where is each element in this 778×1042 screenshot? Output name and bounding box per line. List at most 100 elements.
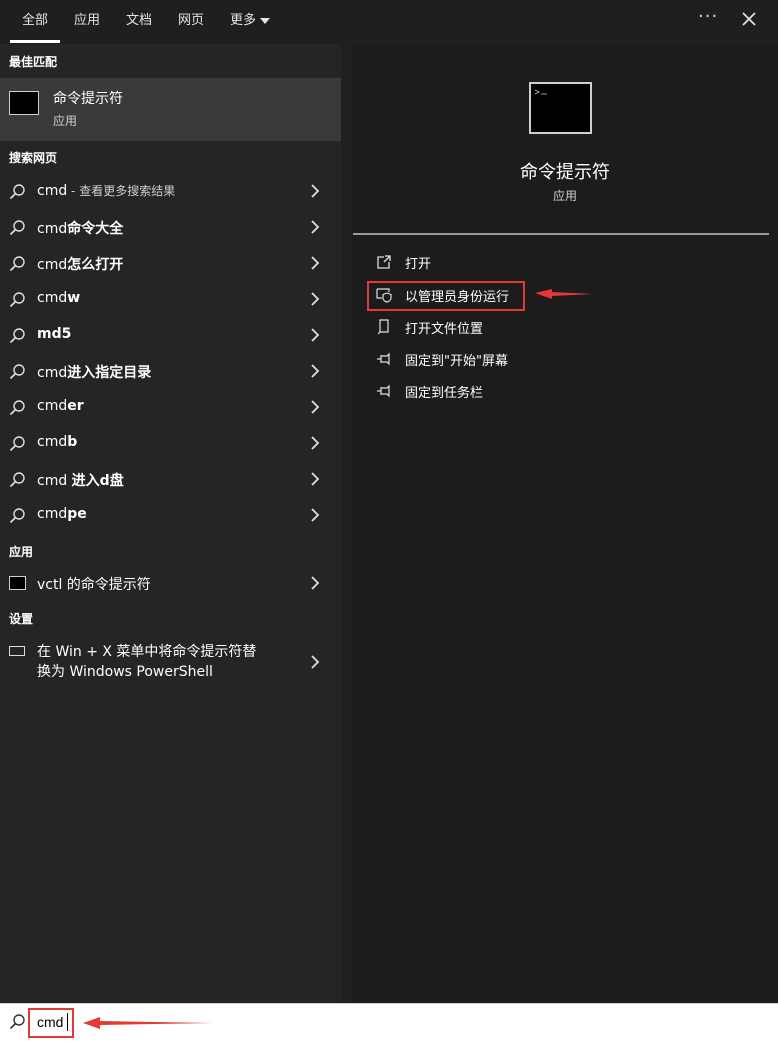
search-icon <box>9 436 25 452</box>
web-result-label: cmdw <box>37 290 80 306</box>
web-result-query: cmd <box>37 221 68 237</box>
more-options-icon[interactable]: ··· <box>698 6 718 27</box>
open-icon <box>377 255 391 269</box>
chevron-right-icon <box>311 655 320 669</box>
web-result-query: cmd <box>37 398 68 414</box>
settings-result-label: 在 Win + X 菜单中将命令提示符替 换为 Windows PowerShe… <box>37 642 256 682</box>
pin-icon <box>377 352 390 366</box>
chevron-right-icon <box>311 292 320 306</box>
tab-documents[interactable]: 文档 <box>126 9 152 28</box>
web-result-query: cmd <box>37 257 68 273</box>
chevron-right-icon <box>311 184 320 198</box>
command-prompt-large-icon <box>529 82 592 134</box>
web-result-suggestion: 命令大全 <box>67 221 124 237</box>
detail-title: 命令提示符 <box>520 162 610 183</box>
settings-display-icon <box>9 646 25 656</box>
tab-web[interactable]: 网页 <box>178 9 204 28</box>
best-match-item[interactable] <box>0 78 341 141</box>
tab-all[interactable]: 全部 <box>22 9 48 28</box>
highlight-box-run-as-admin <box>367 281 525 311</box>
web-result-item[interactable]: cmd进入指定目录 <box>0 353 341 389</box>
pin-icon <box>377 384 390 398</box>
tab-all-indicator <box>10 40 60 43</box>
web-result-label: cmd怎么打开 <box>37 254 123 274</box>
web-result-item[interactable]: cmder <box>0 389 341 425</box>
search-icon <box>9 328 25 344</box>
search-icon <box>9 472 25 488</box>
web-result-hint: - 查看更多搜索结果 <box>67 184 176 198</box>
command-prompt-icon <box>9 576 26 590</box>
web-result-label: md5 <box>37 326 71 342</box>
detail-subtitle: 应用 <box>552 189 577 203</box>
search-icon <box>9 508 25 524</box>
web-result-query: cmd <box>37 183 68 199</box>
web-result-item[interactable]: md5 <box>0 317 341 353</box>
search-icon <box>9 1014 25 1030</box>
chevron-right-icon <box>311 472 320 486</box>
close-icon[interactable] <box>738 8 760 30</box>
chevron-right-icon <box>311 328 320 342</box>
highlight-box-search <box>28 1008 74 1038</box>
web-result-suggestion: er <box>67 398 84 414</box>
chevron-right-icon <box>311 400 320 414</box>
settings-result-line1: 在 Win + X 菜单中将命令提示符替 <box>37 644 257 660</box>
web-result-query: cmd <box>37 434 68 450</box>
web-result-query: cmd <box>37 290 68 306</box>
web-result-item[interactable]: cmdw <box>0 281 341 317</box>
action-open-label: 打开 <box>405 257 432 272</box>
web-result-suggestion: 进入d盘 <box>71 473 124 489</box>
web-result-query: cmd <box>37 365 68 381</box>
section-settings: 设置 <box>9 612 34 626</box>
chevron-right-icon <box>311 576 320 590</box>
action-open-file-location-label: 打开文件位置 <box>405 322 484 337</box>
web-result-query: cmd <box>37 506 68 522</box>
app-result-label: vctl 的命令提示符 <box>37 577 151 593</box>
action-pin-to-taskbar-label: 固定到任务栏 <box>405 386 484 401</box>
search-icon <box>9 292 25 308</box>
section-web-search: 搜索网页 <box>9 151 58 165</box>
chevron-right-icon <box>311 220 320 234</box>
web-result-label: cmdpe <box>37 506 87 522</box>
web-result-suggestion: md5 <box>37 326 72 342</box>
file-location-icon <box>377 319 389 335</box>
web-result-item[interactable]: cmdb <box>0 425 341 461</box>
web-result-label: cmdb <box>37 434 77 450</box>
web-result-item[interactable]: cmd 进入d盘 <box>0 461 341 497</box>
action-pin-to-start-label: 固定到"开始"屏幕 <box>405 354 508 369</box>
detail-divider <box>353 233 769 235</box>
app-result-vctl[interactable]: vctl 的命令提示符 <box>0 565 341 601</box>
web-result-suggestion: 进入指定目录 <box>67 365 152 381</box>
web-result-suggestion: 怎么打开 <box>67 257 124 273</box>
chevron-down-icon <box>260 17 271 24</box>
web-result-item[interactable]: cmd - 查看更多搜索结果 <box>0 173 341 209</box>
tab-more-label: 更多 <box>230 13 257 28</box>
chevron-right-icon <box>311 436 320 450</box>
search-icon <box>9 220 25 236</box>
section-apps: 应用 <box>9 545 34 559</box>
search-bar[interactable] <box>0 1003 778 1042</box>
web-result-label: cmd命令大全 <box>37 218 123 238</box>
tab-more[interactable]: 更多 <box>230 9 271 28</box>
search-icon <box>9 184 25 200</box>
best-match-title: 命令提示符 <box>53 91 123 107</box>
web-result-suggestion: b <box>67 434 78 450</box>
settings-result-line2: 换为 Windows PowerShell <box>37 664 213 680</box>
web-result-item[interactable]: cmd命令大全 <box>0 209 341 245</box>
web-result-query: cmd <box>37 473 72 489</box>
search-top-bar <box>0 0 778 44</box>
web-result-suggestion: pe <box>67 506 87 522</box>
chevron-right-icon <box>311 364 320 378</box>
search-icon <box>9 364 25 380</box>
web-result-label: cmd - 查看更多搜索结果 <box>37 182 175 199</box>
tab-apps[interactable]: 应用 <box>74 9 100 28</box>
search-icon <box>9 400 25 416</box>
console-glyph <box>534 89 547 95</box>
chevron-right-icon <box>311 256 320 270</box>
chevron-right-icon <box>311 508 320 522</box>
web-result-item[interactable]: cmd怎么打开 <box>0 245 341 281</box>
web-result-item[interactable]: cmdpe <box>0 497 341 533</box>
web-result-label: cmd进入指定目录 <box>37 362 151 382</box>
web-result-suggestion: w <box>67 290 81 306</box>
web-result-label: cmd 进入d盘 <box>37 470 124 490</box>
web-result-label: cmder <box>37 398 84 414</box>
